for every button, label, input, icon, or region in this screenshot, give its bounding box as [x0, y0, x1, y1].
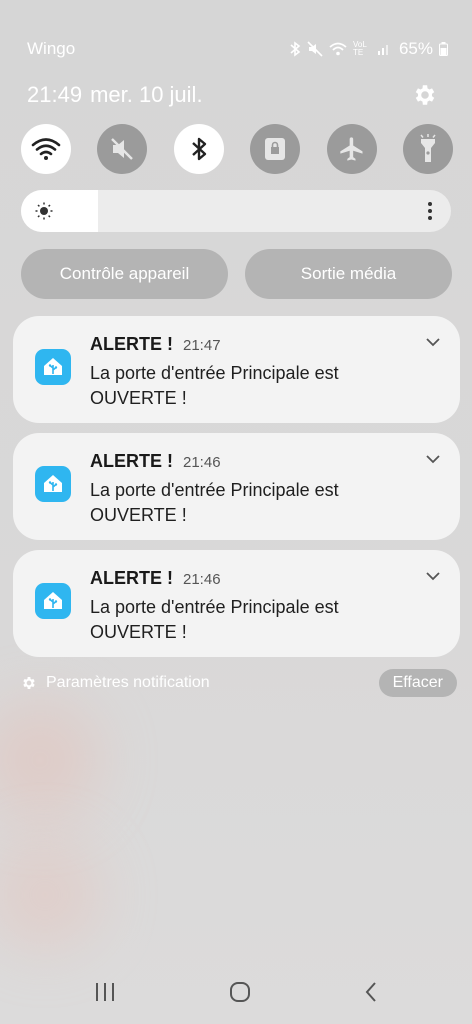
- back-icon[interactable]: [364, 981, 378, 1003]
- notification-body: La porte d'entrée Principale est OUVERTE…: [90, 597, 339, 642]
- clock: 21:49: [27, 82, 83, 107]
- notification-card[interactable]: ALERTE ! 21:46 La porte d'entrée Princip…: [13, 433, 460, 540]
- wifi-icon: [31, 138, 61, 160]
- qs-airplane-button[interactable]: [326, 124, 377, 174]
- date-time: 21:49 mer. 10 juil.: [27, 82, 203, 108]
- qs-sound-button[interactable]: [97, 124, 148, 174]
- wifi-status-icon: [329, 42, 347, 56]
- home-icon[interactable]: [229, 981, 251, 1003]
- chevron-down-icon[interactable]: [426, 572, 440, 581]
- gear-icon: [23, 677, 35, 689]
- date: mer. 10 juil.: [90, 82, 203, 107]
- background-blur: [0, 840, 100, 950]
- notification-footer: Paramètres notification Effacer: [21, 669, 457, 697]
- brightness-slider[interactable]: [21, 190, 451, 232]
- notification-settings-label: Paramètres notification: [46, 674, 210, 691]
- qs-flashlight-button[interactable]: [402, 124, 453, 174]
- bluetooth-icon: [191, 137, 206, 161]
- brightness-icon: [35, 202, 53, 220]
- home-assistant-icon: [35, 466, 71, 502]
- flashlight-icon: [420, 134, 436, 162]
- mute-status-icon: [307, 41, 323, 57]
- notification-title: ALERTE !: [90, 451, 173, 471]
- bluetooth-status-icon: [290, 41, 301, 57]
- notification-card[interactable]: ALERTE ! 21:47 La porte d'entrée Princip…: [13, 316, 460, 423]
- carrier-name: Wingo: [27, 39, 76, 58]
- navigation-bar: [0, 978, 472, 1006]
- chevron-down-icon[interactable]: [426, 338, 440, 347]
- airplane-icon: [339, 137, 363, 161]
- lock-icon: [265, 138, 286, 160]
- mute-icon: [111, 138, 134, 160]
- notification-time: 21:47: [183, 337, 221, 354]
- notification-body: La porte d'entrée Principale est OUVERTE…: [90, 363, 339, 408]
- notification-body: La porte d'entrée Principale est OUVERTE…: [90, 480, 339, 525]
- status-icons: VoLTE 65%: [289, 39, 448, 59]
- notification-card[interactable]: ALERTE ! 21:46 La porte d'entrée Princip…: [13, 550, 460, 657]
- device-control-button[interactable]: Contrôle appareil: [21, 249, 228, 299]
- signal-icon: [377, 45, 388, 55]
- quick-panel-buttons: Contrôle appareil Sortie média: [21, 249, 452, 299]
- background-blur: [0, 700, 100, 820]
- notification-title: ALERTE !: [90, 334, 173, 354]
- more-options-icon[interactable]: [427, 201, 433, 221]
- volte-label: VoLTE: [352, 40, 367, 57]
- qs-wifi-button[interactable]: [21, 124, 71, 174]
- status-bar: Wingo VoLTE 65%: [27, 38, 448, 60]
- qs-lock-button[interactable]: [250, 124, 301, 174]
- settings-gear-icon[interactable]: [412, 82, 438, 108]
- home-assistant-icon: [35, 583, 71, 619]
- chevron-down-icon[interactable]: [426, 455, 440, 464]
- home-assistant-icon: [35, 349, 71, 385]
- notification-time: 21:46: [183, 571, 221, 588]
- notification-time: 21:46: [183, 454, 221, 471]
- notification-settings-link[interactable]: Paramètres notification: [21, 674, 379, 692]
- recent-apps-icon[interactable]: [94, 982, 116, 1002]
- battery-icon: [439, 42, 448, 56]
- media-output-button[interactable]: Sortie média: [245, 249, 452, 299]
- quick-settings: [21, 124, 453, 174]
- clear-button[interactable]: Effacer: [378, 669, 457, 697]
- qs-bluetooth-button[interactable]: [173, 124, 224, 174]
- notification-title: ALERTE !: [90, 568, 173, 588]
- battery-percent: 65%: [398, 39, 433, 58]
- brightness-fill: [21, 190, 99, 232]
